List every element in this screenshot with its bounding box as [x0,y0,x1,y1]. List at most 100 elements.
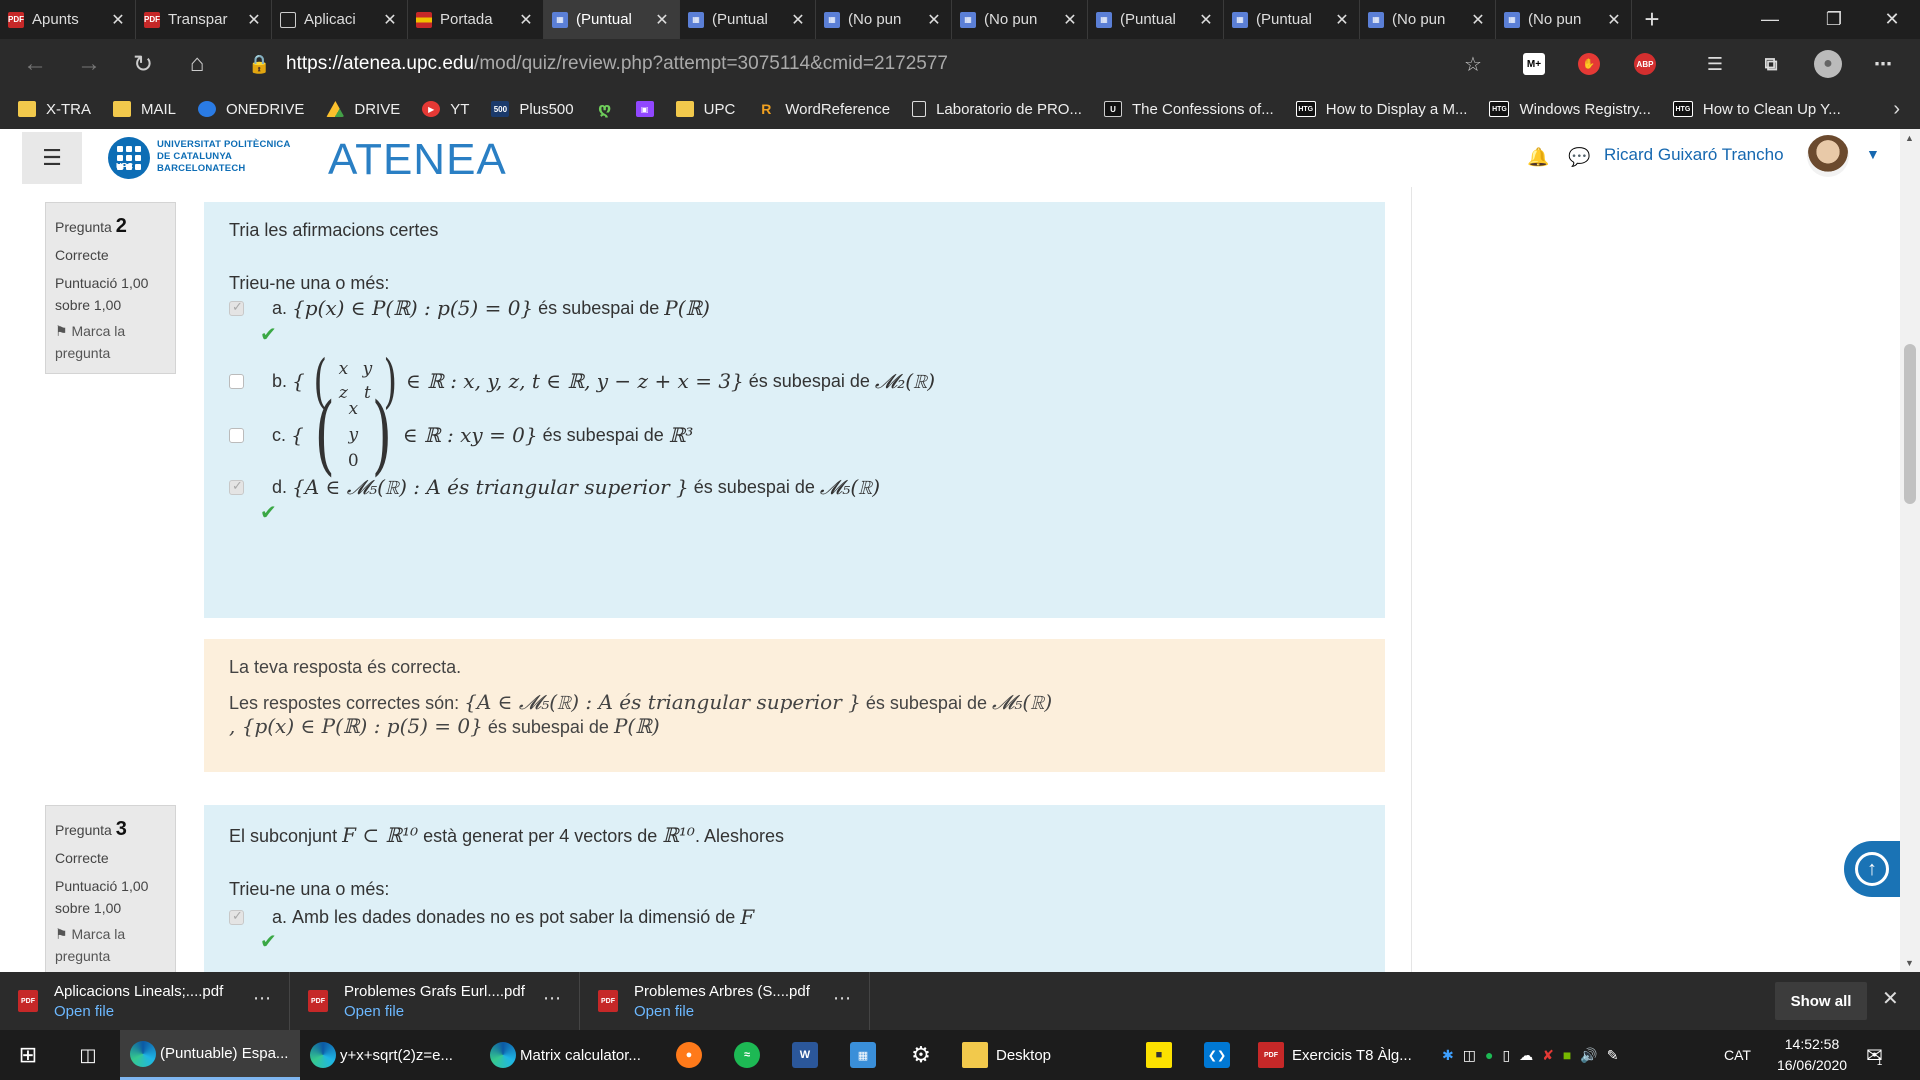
extension-hand-icon[interactable]: ✋ [1578,53,1600,75]
close-tab-icon[interactable]: ✕ [517,10,535,30]
close-tab-icon[interactable]: ✕ [653,10,671,30]
taskbar-app[interactable]: Matrix calculator... [480,1030,660,1080]
browser-tab[interactable]: ▦ (Puntual ✕ [1224,0,1360,39]
close-tab-icon[interactable]: ✕ [1469,10,1487,30]
open-file-link[interactable]: Open file [634,1003,810,1020]
chat-bubble-icon[interactable]: 💬 [1568,147,1590,168]
bookmark-item[interactable]: Laboratorio de PRO... [912,101,1082,118]
browser-tab[interactable]: ▦ (No pun ✕ [952,0,1088,39]
taskbar-app[interactable]: y+x+sqrt(2)z=e... [300,1030,480,1080]
address-field[interactable]: 🔒 https://atenea.upc.edu/mod/quiz/review… [248,47,1488,81]
option-a-checkbox[interactable] [229,908,244,925]
chevron-right-icon[interactable]: › [1893,98,1900,121]
close-tab-icon[interactable]: ✕ [109,10,127,30]
more-options-icon[interactable]: ⋯ [543,988,561,1009]
contacts-icon[interactable]: ▦ [834,1030,892,1080]
browser-tab[interactable]: Aplicaci ✕ [272,0,408,39]
forward-arrow-icon[interactable]: → [62,39,116,89]
bookmark-item[interactable]: HTG Windows Registry... [1489,101,1651,118]
atenea-logo[interactable]: ATENEA [328,135,507,185]
download-item[interactable]: PDF Aplicacions Lineals;....pdf Open file ⋯ [0,972,290,1030]
bookmark-item[interactable]: HTG How to Clean Up Y... [1672,101,1841,118]
word-icon[interactable]: W [776,1030,834,1080]
more-options-icon[interactable]: ⋯ [833,988,851,1009]
display-icon[interactable]: ◫ [1463,1047,1476,1064]
task-view-icon[interactable]: ◫ [56,1030,120,1080]
close-tab-icon[interactable]: ✕ [1605,10,1623,30]
caret-down-icon[interactable]: ▼ [1866,146,1880,162]
flag-question-link[interactable]: ⚑ Marca la pregunta [55,320,166,364]
browser-tab[interactable]: Portada ✕ [408,0,544,39]
sticky-notes-icon[interactable]: ■ [1130,1030,1188,1080]
hamburger-menu-icon[interactable]: ☰ [22,132,82,184]
avatar[interactable] [1807,135,1849,177]
show-all-downloads-button[interactable]: Show all [1775,982,1867,1020]
taskbar-pdf-app[interactable]: PDF Exercicis T8 Àlg... [1246,1030,1416,1080]
restore-button[interactable]: ❐ [1806,0,1862,39]
open-file-link[interactable]: Open file [54,1003,223,1020]
refresh-icon[interactable]: ↻ [116,39,170,89]
bookmark-item[interactable]: HTG How to Display a M... [1295,101,1467,118]
volume-icon[interactable]: 🔊 [1580,1047,1597,1064]
browser-tab[interactable]: PDF Apunts ✕ [0,0,136,39]
close-tab-icon[interactable]: ✕ [245,10,263,30]
bookmark-item[interactable]: X-TRA [18,101,91,118]
nvidia-icon[interactable]: ■ [1563,1047,1571,1063]
close-tab-icon[interactable]: ✕ [789,10,807,30]
taskbar-clock[interactable]: 14:52:58 16/06/2020 [1762,1034,1862,1076]
notifications-icon[interactable]: ✉ 1 [1866,1030,1883,1080]
settings-gear-icon[interactable]: ⚙ [892,1030,950,1080]
new-tab-button[interactable]: + [1632,0,1672,39]
bookmark-item[interactable]: UPC [675,101,735,118]
scroll-down-arrow-icon[interactable]: ▼ [1905,958,1914,968]
battery-icon[interactable]: ▯ [1502,1047,1510,1064]
taskbar-app[interactable]: (Puntuable) Espa... [120,1030,300,1080]
close-tab-icon[interactable]: ✕ [1197,10,1215,30]
browser-tab[interactable]: PDF Transpar ✕ [136,0,272,39]
home-icon[interactable]: ⌂ [170,39,224,89]
option-a[interactable]: a. {p(x) ∈ P(ℝ) : p(5) = 0} és subespai … [229,296,710,320]
close-tab-icon[interactable]: ✕ [1333,10,1351,30]
option-b-checkbox[interactable] [229,373,244,389]
open-file-link[interactable]: Open file [344,1003,525,1020]
bookmark-item[interactable]: R WordReference [757,101,890,118]
scroll-to-top-button[interactable]: ↑ [1844,841,1900,897]
vscode-icon[interactable]: ❮❯ [1188,1030,1246,1080]
upc-logo-icon[interactable] [108,137,150,179]
onedrive-cloud-icon[interactable]: ☁ [1519,1047,1533,1064]
option-a[interactable]: a. Amb les dades donades no es pot saber… [229,905,754,929]
download-item[interactable]: PDF Problemes Grafs Eurl....pdf Open file ⋯ [290,972,580,1030]
adblock-icon[interactable]: ABP [1634,53,1656,75]
bookmark-item[interactable]: ONEDRIVE [198,101,304,118]
favorite-star-icon[interactable]: ☆ [1462,53,1484,76]
bell-icon[interactable]: 🔔 [1527,147,1549,168]
error-icon[interactable]: ✘ [1542,1047,1554,1064]
language-indicator[interactable]: CAT [1724,1030,1751,1080]
close-window-button[interactable]: ✕ [1864,0,1920,39]
favorites-list-icon[interactable]: ☰ [1704,53,1726,75]
scrollbar-thumb[interactable] [1904,344,1916,504]
minimize-button[interactable]: — [1742,0,1798,39]
spotify-tray-icon[interactable]: ● [1485,1047,1493,1063]
close-tab-icon[interactable]: ✕ [925,10,943,30]
spotify-icon[interactable]: ≈ [718,1030,776,1080]
option-a-checkbox[interactable] [229,299,244,316]
bookmark-item[interactable]: 500 Plus500 [491,101,574,118]
page-scrollbar[interactable]: ▲ ▼ [1900,129,1920,972]
taskbar-desktop-folder[interactable]: Desktop [950,1030,1130,1080]
extension-mplus-icon[interactable]: M+ [1523,53,1545,75]
browser-tab[interactable]: ▦ (No pun ✕ [1496,0,1632,39]
pen-icon[interactable]: ✎ [1607,1047,1619,1064]
option-d-checkbox[interactable] [229,478,244,495]
windows-start-icon[interactable]: ⊞ [0,1030,56,1080]
profile-icon[interactable]: ● [1814,50,1842,78]
more-menu-icon[interactable]: ⋯ [1872,53,1894,75]
bookmark-item[interactable]: ▣ [635,101,654,117]
back-arrow-icon[interactable]: ← [8,39,62,89]
user-name[interactable]: Ricard Guixaró Trancho [1604,145,1784,165]
bookmark-item[interactable]: MAIL [113,101,176,118]
option-c[interactable]: c. { ( x y 0 ) ∈ ℝ : xy = 0} és subespai… [229,392,693,478]
bookmark-item[interactable]: DRIVE [326,101,400,118]
bookmark-item[interactable]: U The Confessions of... [1103,101,1274,118]
close-downloads-icon[interactable]: ✕ [1882,986,1899,1011]
